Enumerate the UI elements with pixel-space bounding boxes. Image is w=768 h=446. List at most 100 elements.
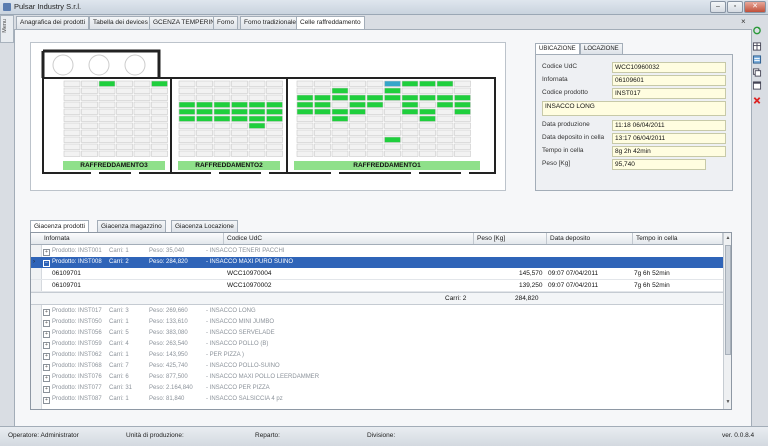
group-row[interactable]: + Prodotto: INST077 Carri: 31 Peso: 2.164,8… bbox=[31, 383, 723, 394]
tab-giacenza-magazzino[interactable]: Giacenza magazzino bbox=[97, 220, 166, 232]
vertical-scrollbar[interactable]: ▲ ▼ bbox=[723, 233, 731, 409]
slot bbox=[419, 150, 436, 157]
slot bbox=[248, 143, 266, 150]
group-row[interactable]: + Prodotto: INST087 Carri: 1 Peso: 81,840 - … bbox=[31, 394, 723, 405]
slot bbox=[63, 150, 81, 157]
grid-view-icon[interactable] bbox=[752, 42, 762, 51]
table-row[interactable]: 06109701 WCC10970002 139,250 09:07 07/04… bbox=[31, 280, 723, 292]
group-peso: Peso: 35,040 bbox=[149, 248, 185, 254]
tab-devices[interactable]: Tabella dei devices bbox=[89, 16, 152, 29]
slot bbox=[266, 136, 283, 143]
slot bbox=[454, 80, 471, 87]
side-menu-tab[interactable]: Menu bbox=[0, 15, 14, 43]
slot bbox=[178, 101, 196, 108]
tab-anagrafica[interactable]: Anagrafica dei prodotti bbox=[16, 16, 90, 29]
tab-giacenza-locazione[interactable]: Giacenza Locazione bbox=[171, 220, 238, 232]
delete-icon[interactable] bbox=[752, 96, 762, 105]
scroll-down-icon[interactable]: ▼ bbox=[725, 399, 731, 405]
tab-locazione[interactable]: LOCAZIONE bbox=[580, 43, 623, 54]
group-row[interactable]: + Prodotto: INST068 Carri: 7 Peso: 425,740 -… bbox=[31, 361, 723, 372]
group-prodotto: Prodotto: INST001 bbox=[52, 248, 102, 254]
expand-icon[interactable]: + bbox=[43, 375, 50, 382]
codice-prodotto-field[interactable]: INST017 bbox=[612, 88, 726, 99]
slot bbox=[116, 143, 133, 150]
col-peso[interactable]: Peso [Kg] bbox=[474, 233, 547, 244]
slot bbox=[366, 101, 384, 108]
slot bbox=[401, 87, 419, 94]
maximize-button[interactable]: ▫ bbox=[727, 1, 743, 13]
slot bbox=[366, 129, 384, 136]
group-row[interactable]: + Prodotto: INST017 Carri: 3 Peso: 269,660 -… bbox=[31, 306, 723, 317]
group-row-selected[interactable]: › − Prodotto: INST008 Carri: 2 Peso: 284… bbox=[31, 257, 723, 268]
tab-forno[interactable]: Forno bbox=[213, 16, 238, 29]
peso-field[interactable]: 95,740 bbox=[612, 159, 706, 170]
close-document-icon[interactable]: × bbox=[741, 17, 746, 26]
col-infornata[interactable]: Infornata bbox=[41, 233, 224, 244]
slot bbox=[419, 115, 436, 122]
slot bbox=[231, 150, 248, 157]
slot bbox=[116, 94, 133, 101]
expand-icon[interactable]: + bbox=[43, 342, 50, 349]
refresh-icon[interactable] bbox=[752, 26, 762, 35]
group-row[interactable]: + Prodotto: INST050 Carri: 1 Peso: 133,610 -… bbox=[31, 317, 723, 328]
slot bbox=[436, 143, 454, 150]
group-row[interactable]: + Prodotto: INST056 Carri: 5 Peso: 383,080 -… bbox=[31, 328, 723, 339]
col-codice-udc[interactable]: Codice UdC bbox=[224, 233, 474, 244]
slot bbox=[314, 122, 331, 129]
tempo-cella-field[interactable]: 8g 2h 42min bbox=[612, 146, 726, 157]
tab-celle-raffreddamento[interactable]: Celle raffreddamento bbox=[296, 16, 365, 30]
slot bbox=[384, 115, 401, 122]
descrizione-field[interactable]: INSACCO LONG bbox=[542, 101, 726, 116]
expand-icon[interactable]: + bbox=[43, 386, 50, 393]
expand-icon[interactable]: + bbox=[43, 249, 50, 256]
col-data-deposito[interactable]: Data deposito bbox=[547, 233, 633, 244]
expand-icon[interactable]: + bbox=[43, 353, 50, 360]
slot bbox=[196, 94, 213, 101]
group-row[interactable]: + Prodotto: INST001 Carri: 1 Peso: 35,04… bbox=[31, 246, 723, 257]
collapse-icon[interactable]: − bbox=[43, 260, 50, 267]
tab-ubicazione[interactable]: UBICAZIONE bbox=[535, 43, 580, 54]
group-desc: - INSACCO LONG bbox=[206, 308, 256, 314]
slot bbox=[81, 136, 98, 143]
status-reparto: Reparto: bbox=[255, 432, 280, 439]
expand-icon[interactable]: + bbox=[43, 364, 50, 371]
group-desc: - INSACCO MAXI PURO SUINO bbox=[206, 259, 294, 265]
expand-icon[interactable]: + bbox=[43, 331, 50, 338]
codice-udc-field[interactable]: WCC10960032 bbox=[612, 62, 726, 73]
slot bbox=[454, 101, 471, 108]
slot bbox=[196, 80, 213, 87]
status-operatore: Operatore: Administrator bbox=[8, 432, 79, 439]
slot bbox=[454, 143, 471, 150]
close-window-button[interactable]: ✕ bbox=[744, 1, 766, 13]
slot bbox=[81, 129, 98, 136]
window-icon[interactable] bbox=[752, 81, 762, 90]
table-row[interactable]: 06109701 WCC10970004 145,570 09:07 07/04… bbox=[31, 268, 723, 280]
slot bbox=[314, 115, 331, 122]
slot bbox=[213, 136, 231, 143]
expand-icon[interactable]: + bbox=[43, 309, 50, 316]
slot bbox=[349, 115, 366, 122]
group-row[interactable]: + Prodotto: INST076 Carri: 6 Peso: 877,500 -… bbox=[31, 372, 723, 383]
group-carri: Carri: 6 bbox=[109, 374, 129, 380]
slot bbox=[296, 80, 314, 87]
group-row[interactable]: + Prodotto: INST062 Carri: 1 Peso: 143,950 -… bbox=[31, 350, 723, 361]
data-produzione-field[interactable]: 11:18 06/04/2011 bbox=[612, 120, 726, 131]
scroll-thumb[interactable] bbox=[725, 245, 731, 355]
group-row[interactable]: + Prodotto: INST059 Carri: 4 Peso: 263,540 -… bbox=[31, 339, 723, 350]
data-deposito-field[interactable]: 13:17 06/04/2011 bbox=[612, 133, 726, 144]
expand-icon[interactable]: + bbox=[43, 397, 50, 404]
slot bbox=[231, 94, 248, 101]
copy-icon[interactable] bbox=[752, 68, 762, 77]
list-view-icon[interactable] bbox=[752, 55, 762, 64]
tab-forno-tradizionale[interactable]: Forno tradizionale bbox=[240, 16, 301, 29]
infornata-field[interactable]: 06109601 bbox=[612, 75, 726, 86]
col-tempo-cella[interactable]: Tempo in cella bbox=[633, 233, 723, 244]
expand-icon[interactable]: + bbox=[43, 320, 50, 327]
slot bbox=[196, 115, 213, 122]
group-peso: Peso: 877,500 bbox=[149, 374, 188, 380]
slot bbox=[366, 80, 384, 87]
minimize-button[interactable]: – bbox=[710, 1, 726, 13]
slot bbox=[366, 94, 384, 101]
scroll-up-icon[interactable]: ▲ bbox=[725, 235, 731, 241]
cooling-rooms-map: RAFFREDDAMENTO3 RAFFREDDAMENTO2 RAFFREDD… bbox=[30, 42, 506, 191]
